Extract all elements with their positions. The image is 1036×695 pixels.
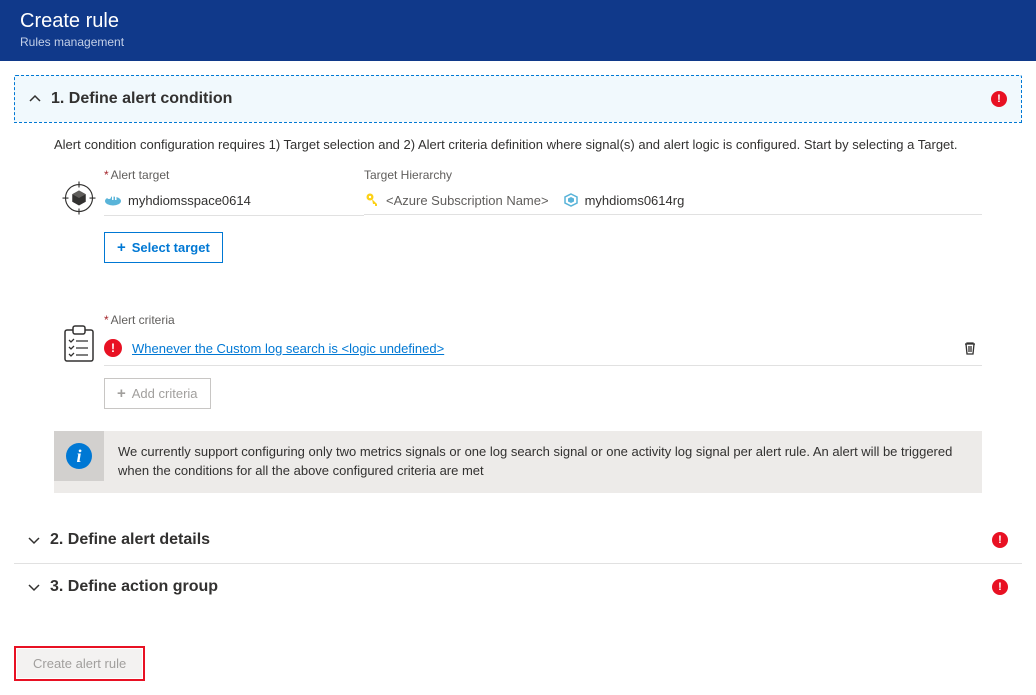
subscription-name: <Azure Subscription Name> [386,193,549,208]
info-box: i We currently support configuring only … [54,431,982,493]
section-title-1: 1. Define alert condition [51,90,232,108]
content-area: 1. Define alert condition ! Alert condit… [0,61,1036,624]
target-hierarchy: <Azure Subscription Name> myhdioms0614rg [364,186,982,215]
alert-target-label: *Alert target [104,168,364,186]
select-target-button[interactable]: + Select target [104,232,223,263]
resource-group-icon [563,192,579,208]
section-define-alert-condition: 1. Define alert condition ! Alert condit… [14,75,1022,517]
error-badge-icon: ! [991,91,1007,107]
criteria-icon-col [54,313,104,366]
section-body: Alert condition configuration requires 1… [14,122,1022,517]
page-header: Create rule Rules management [0,0,1036,61]
error-badge-icon: ! [992,532,1008,548]
create-button-highlight: Create alert rule [14,646,145,681]
info-icon: i [66,443,92,469]
criteria-link[interactable]: Whenever the Custom log search is <logic… [132,341,962,356]
page-subtitle: Rules management [20,35,1016,49]
error-badge-icon: ! [992,579,1008,595]
chevron-down-icon [28,534,40,546]
footer: Create alert rule [0,624,1036,695]
page-title: Create rule [20,10,1016,33]
workspace-icon [104,192,122,209]
section-header-2[interactable]: 2. Define alert details ! [14,517,1022,563]
intro-text: Alert condition configuration requires 1… [54,137,982,152]
add-criteria-button: + Add criteria [104,378,211,409]
alert-criteria-label: *Alert criteria [104,313,982,331]
target-resource-name: myhdiomsspace0614 [128,193,251,208]
hierarchy-label: Target Hierarchy [364,168,982,186]
section-define-action-group: 3. Define action group ! [14,564,1022,610]
section-title-3: 3. Define action group [50,578,218,596]
plus-icon: + [117,239,126,256]
target-row: *Alert target myhdiomsspace0614 Target H… [54,168,982,263]
delete-criteria-button[interactable] [962,340,978,356]
plus-icon: + [117,385,126,402]
section-define-alert-details: 2. Define alert details ! [14,517,1022,564]
section-header-1[interactable]: 1. Define alert condition ! [15,76,1021,122]
target-icon-col [54,168,104,219]
section-title-2: 2. Define alert details [50,531,210,549]
criteria-row: *Alert criteria ! Whenever the Custom lo… [54,313,982,493]
chevron-up-icon [29,93,41,105]
info-text: We currently support configuring only tw… [104,431,982,493]
resource-group-name: myhdioms0614rg [585,193,685,208]
section-header-3[interactable]: 3. Define action group ! [14,564,1022,610]
checklist-icon [62,325,96,366]
criteria-error-icon: ! [104,339,122,357]
key-icon [364,192,380,208]
chevron-down-icon [28,581,40,593]
criteria-item: ! Whenever the Custom log search is <log… [104,331,982,366]
create-alert-rule-button[interactable]: Create alert rule [17,649,142,678]
crosshair-icon [61,180,97,219]
info-icon-wrap: i [54,431,104,481]
alert-target-resource[interactable]: myhdiomsspace0614 [104,186,364,216]
